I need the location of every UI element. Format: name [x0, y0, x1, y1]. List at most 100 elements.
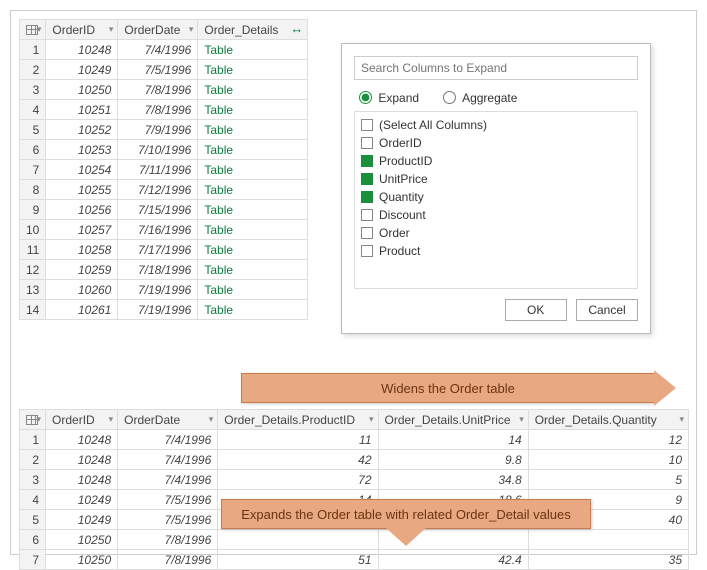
dropdown-icon[interactable]: ▾	[679, 414, 684, 425]
table-row[interactable]: 7102507/8/19965142.435	[20, 550, 689, 570]
table-row[interactable]: 2102487/4/1996429.810	[20, 450, 689, 470]
col-header-unitprice[interactable]: Order_Details.UnitPrice▾	[378, 410, 528, 430]
cell-orderdetails-link[interactable]: Table	[198, 100, 308, 120]
col-header-quantity[interactable]: Order_Details.Quantity▾	[528, 410, 688, 430]
expanded-orders-table[interactable]: ▾ OrderID▾ OrderDate▾ Order_Details.Prod…	[19, 409, 689, 570]
cell-orderid[interactable]: 10253	[46, 140, 118, 160]
col-header-orderdate[interactable]: OrderDate▾	[118, 410, 218, 430]
expand-column-icon[interactable]: ↔	[290, 21, 303, 36]
cell-unitprice[interactable]: 42.4	[378, 550, 528, 570]
cell-orderdetails-link[interactable]: Table	[198, 60, 308, 80]
cell-orderid[interactable]: 10260	[46, 280, 118, 300]
dropdown-icon[interactable]: ▾	[37, 414, 42, 425]
cell-productid[interactable]: 42	[218, 450, 378, 470]
table-row[interactable]: 3102507/8/1996Table	[20, 80, 308, 100]
cell-orderdate[interactable]: 7/8/1996	[118, 80, 198, 100]
cell-orderdetails-link[interactable]: Table	[198, 260, 308, 280]
col-header-productid[interactable]: Order_Details.ProductID▾	[218, 410, 378, 430]
column-checkbox-item[interactable]: Quantity	[361, 188, 631, 206]
checkbox-icon[interactable]	[361, 137, 373, 149]
cell-orderid[interactable]: 10248	[46, 450, 118, 470]
cell-orderid[interactable]: 10252	[46, 120, 118, 140]
column-checkbox-item[interactable]: Order	[361, 224, 631, 242]
cell-quantity[interactable]: 35	[528, 550, 688, 570]
cell-orderdetails-link[interactable]: Table	[198, 240, 308, 260]
cell-orderid[interactable]: 10261	[46, 300, 118, 320]
cell-orderdetails-link[interactable]: Table	[198, 160, 308, 180]
col-header-orderdate[interactable]: OrderDate▾	[118, 20, 198, 40]
table-row[interactable]: 10102577/16/1996Table	[20, 220, 308, 240]
cell-orderdate[interactable]: 7/15/1996	[118, 200, 198, 220]
cell-orderdate[interactable]: 7/8/1996	[118, 100, 198, 120]
column-checkbox-item[interactable]: (Select All Columns)	[361, 116, 631, 134]
cell-orderdate[interactable]: 7/4/1996	[118, 470, 218, 490]
cell-orderdate[interactable]: 7/19/1996	[118, 280, 198, 300]
column-checkbox-item[interactable]: UnitPrice	[361, 170, 631, 188]
table-row[interactable]: 4102517/8/1996Table	[20, 100, 308, 120]
cell-orderid[interactable]: 10248	[46, 430, 118, 450]
checkbox-icon[interactable]	[361, 245, 373, 257]
cancel-button[interactable]: Cancel	[576, 299, 638, 321]
cell-orderid[interactable]: 10258	[46, 240, 118, 260]
checkbox-checked-icon[interactable]	[361, 191, 373, 203]
ok-button[interactable]: OK	[505, 299, 567, 321]
checkbox-icon[interactable]	[361, 119, 373, 131]
cell-orderdetails-link[interactable]: Table	[198, 220, 308, 240]
orders-table[interactable]: ▾ OrderID▾ OrderDate▾ Order_Details↔ 110…	[19, 19, 308, 320]
table-row[interactable]: 1102487/4/1996111412	[20, 430, 689, 450]
cell-quantity[interactable]	[528, 530, 688, 550]
table-row[interactable]: 1102487/4/1996Table	[20, 40, 308, 60]
column-checkbox-item[interactable]: OrderID	[361, 134, 631, 152]
cell-orderdetails-link[interactable]: Table	[198, 120, 308, 140]
checkbox-checked-icon[interactable]	[361, 155, 373, 167]
table-row[interactable]: 9102567/15/1996Table	[20, 200, 308, 220]
search-columns-input[interactable]	[354, 56, 638, 80]
cell-orderdetails-link[interactable]: Table	[198, 80, 308, 100]
table-row[interactable]: 8102557/12/1996Table	[20, 180, 308, 200]
cell-orderdate[interactable]: 7/8/1996	[118, 530, 218, 550]
col-header-orderdetails[interactable]: Order_Details↔	[198, 20, 308, 40]
radio-aggregate-input[interactable]	[443, 91, 456, 104]
radio-expand[interactable]: Expand	[354, 91, 419, 105]
cell-orderid[interactable]: 10249	[46, 490, 118, 510]
cell-orderid[interactable]: 10250	[46, 80, 118, 100]
col-header-orderid[interactable]: OrderID▾	[46, 20, 118, 40]
table-row[interactable]: 12102597/18/1996Table	[20, 260, 308, 280]
cell-quantity[interactable]: 12	[528, 430, 688, 450]
col-header-orderid[interactable]: OrderID▾	[46, 410, 118, 430]
cell-orderid[interactable]: 10248	[46, 470, 118, 490]
dropdown-icon[interactable]: ▾	[109, 414, 114, 425]
cell-orderdate[interactable]: 7/4/1996	[118, 450, 218, 470]
column-checklist[interactable]: (Select All Columns)OrderIDProductIDUnit…	[354, 111, 638, 289]
cell-productid[interactable]	[218, 530, 378, 550]
cell-productid[interactable]: 11	[218, 430, 378, 450]
cell-orderdetails-link[interactable]: Table	[198, 140, 308, 160]
cell-orderid[interactable]: 10249	[46, 60, 118, 80]
checkbox-icon[interactable]	[361, 227, 373, 239]
table-row[interactable]: 6102537/10/1996Table	[20, 140, 308, 160]
cell-orderdate[interactable]: 7/8/1996	[118, 550, 218, 570]
cell-orderid[interactable]: 10248	[46, 40, 118, 60]
dropdown-icon[interactable]: ▾	[189, 24, 194, 35]
table-row[interactable]: 2102497/5/1996Table	[20, 60, 308, 80]
table-row[interactable]: 14102617/19/1996Table	[20, 300, 308, 320]
cell-orderdate[interactable]: 7/9/1996	[118, 120, 198, 140]
checkbox-checked-icon[interactable]	[361, 173, 373, 185]
checkbox-icon[interactable]	[361, 209, 373, 221]
cell-orderdate[interactable]: 7/11/1996	[118, 160, 198, 180]
cell-productid[interactable]: 51	[218, 550, 378, 570]
cell-orderdate[interactable]: 7/5/1996	[118, 510, 218, 530]
dropdown-icon[interactable]: ▾	[369, 414, 374, 425]
table-row[interactable]: 6102507/8/1996	[20, 530, 689, 550]
dropdown-icon[interactable]: ▾	[109, 24, 114, 35]
cell-orderdate[interactable]: 7/12/1996	[118, 180, 198, 200]
dropdown-icon[interactable]: ▾	[37, 24, 42, 35]
table-row[interactable]: 3102487/4/19967234.85	[20, 470, 689, 490]
radio-expand-input[interactable]	[359, 91, 372, 104]
cell-orderid[interactable]: 10255	[46, 180, 118, 200]
column-checkbox-item[interactable]: ProductID	[361, 152, 631, 170]
table-row[interactable]: 5102527/9/1996Table	[20, 120, 308, 140]
cell-orderdate[interactable]: 7/17/1996	[118, 240, 198, 260]
cell-orderid[interactable]: 10254	[46, 160, 118, 180]
cell-orderdate[interactable]: 7/10/1996	[118, 140, 198, 160]
